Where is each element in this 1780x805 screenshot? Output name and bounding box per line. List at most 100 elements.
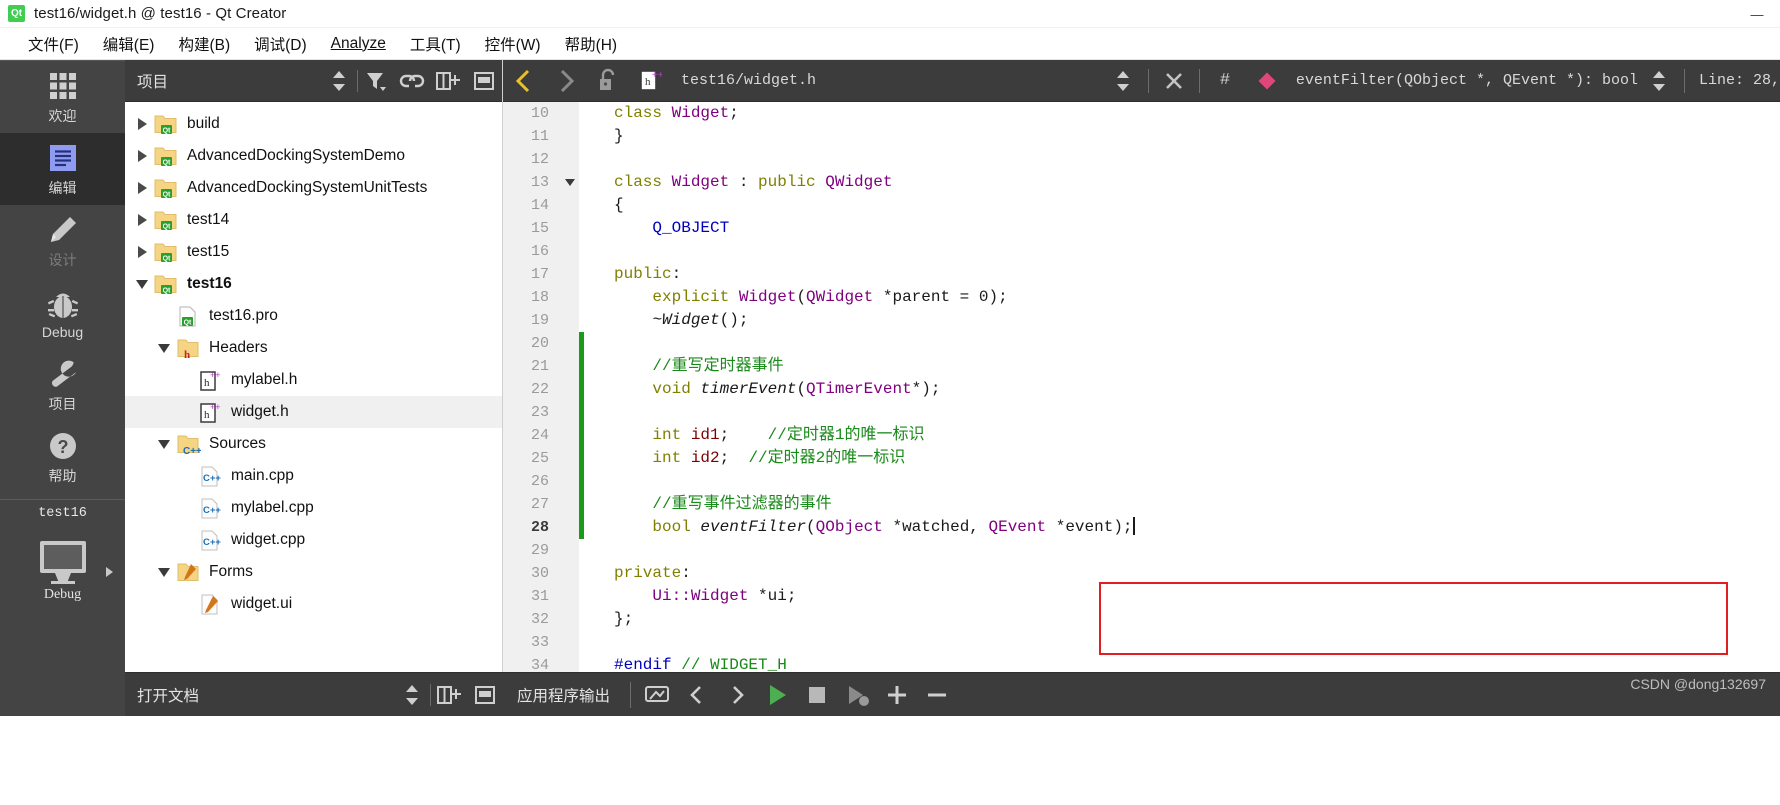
mode-debug[interactable]: Debug xyxy=(0,277,125,349)
code-line[interactable]: 17 public: xyxy=(503,263,1780,286)
editor-file-path[interactable]: test16/widget.h xyxy=(671,72,816,89)
mode-design[interactable]: 设计 xyxy=(0,205,125,277)
fold-marker-icon[interactable] xyxy=(561,171,579,194)
mode-projects[interactable]: 项目 xyxy=(0,349,125,421)
menu-analyze[interactable]: Analyze xyxy=(319,32,398,56)
chevron-right-icon[interactable] xyxy=(131,246,153,258)
symbol-sync-updown-icon[interactable] xyxy=(1638,60,1680,102)
code-token: //重写定时器事件 xyxy=(652,357,784,375)
chevron-right-icon[interactable] xyxy=(131,150,153,162)
run-debug-icon[interactable] xyxy=(837,673,877,717)
code-line[interactable]: 22 void timerEvent(QTimerEvent*); xyxy=(503,378,1780,401)
code-line[interactable]: 28 bool eventFilter(QObject *watched, QE… xyxy=(503,516,1780,539)
tree-item[interactable]: Qt AdvancedDockingSystemUnitTests xyxy=(125,172,502,204)
zoom-in-icon[interactable] xyxy=(877,673,917,717)
chevron-right-icon[interactable] xyxy=(131,118,153,130)
code-line[interactable]: 21 //重写定时器事件 xyxy=(503,355,1780,378)
tree-item[interactable]: h ++ mylabel.h xyxy=(125,364,502,396)
code-line[interactable]: 15 Q_OBJECT xyxy=(503,217,1780,240)
tree-item[interactable]: widget.ui xyxy=(125,588,502,620)
menu-edit[interactable]: 编辑(E) xyxy=(91,30,167,58)
code-line[interactable]: 26 xyxy=(503,470,1780,493)
code-line[interactable]: 14 { xyxy=(503,194,1780,217)
stop-icon[interactable] xyxy=(797,673,837,717)
fold-column xyxy=(561,217,579,240)
code-line[interactable]: 30 private: xyxy=(503,562,1780,585)
code-line[interactable]: 19 ~Widget(); xyxy=(503,309,1780,332)
kit-selector[interactable]: Debug xyxy=(0,521,125,621)
mode-help[interactable]: ? 帮助 xyxy=(0,421,125,493)
code-line[interactable]: 18 explicit Widget(QWidget *parent = 0); xyxy=(503,286,1780,309)
tree-item[interactable]: Qt test16 xyxy=(125,268,502,300)
menu-tools[interactable]: 工具(T) xyxy=(398,30,473,58)
code-line[interactable]: 25 int id2; //定时器2的唯一标识 xyxy=(503,447,1780,470)
filter-icon[interactable] xyxy=(358,60,394,102)
code-line[interactable]: 24 int id1; //定时器1的唯一标识 xyxy=(503,424,1780,447)
menu-debug[interactable]: 调试(D) xyxy=(242,30,319,58)
code-line[interactable]: 20 xyxy=(503,332,1780,355)
menu-file[interactable]: 文件(F) xyxy=(16,30,91,58)
output-settings-icon[interactable] xyxy=(637,673,677,717)
mode-welcome[interactable]: 欢迎 xyxy=(0,61,125,133)
application-output-label[interactable]: 应用程序输出 xyxy=(503,684,624,706)
split-add-icon[interactable] xyxy=(430,60,466,102)
code-line[interactable]: 31 Ui::Widget *ui; xyxy=(503,585,1780,608)
chevron-down-icon[interactable] xyxy=(153,567,175,577)
code-area[interactable]: 10 class Widget; 11} 12 13 class Widget : pub… xyxy=(503,102,1780,672)
symbol-selector[interactable]: eventFilter(QObject *, QEvent *): bool xyxy=(1288,72,1638,89)
chevron-down-icon[interactable] xyxy=(153,439,175,449)
code-line[interactable]: 34 #endif // WIDGET_H xyxy=(503,654,1780,672)
navigate-forward-button[interactable] xyxy=(545,60,587,102)
mode-edit[interactable]: 编辑 xyxy=(0,133,125,205)
opendocs-collapse-icon[interactable] xyxy=(467,674,503,716)
minimize-button[interactable]: — xyxy=(1734,0,1780,28)
code-line[interactable]: 13 class Widget : public QWidget xyxy=(503,171,1780,194)
navigate-back-button[interactable] xyxy=(503,60,545,102)
tree-item[interactable]: C++ Sources xyxy=(125,428,502,460)
code-line[interactable]: 29 xyxy=(503,539,1780,562)
tree-item[interactable]: Forms xyxy=(125,556,502,588)
link-icon[interactable] xyxy=(394,60,430,102)
prev-item-icon[interactable] xyxy=(677,673,717,717)
next-item-icon[interactable] xyxy=(717,673,757,717)
line-indicator[interactable]: Line: 28, xyxy=(1689,72,1780,89)
sync-updown-icon[interactable] xyxy=(321,60,357,102)
tree-item[interactable]: Qt test15 xyxy=(125,236,502,268)
tree-item[interactable]: C++ main.cpp xyxy=(125,460,502,492)
code-line[interactable]: 16 xyxy=(503,240,1780,263)
code-line[interactable]: 12 xyxy=(503,148,1780,171)
close-editor-button[interactable] xyxy=(1153,60,1195,102)
opendocs-split-add-icon[interactable] xyxy=(431,674,467,716)
tree-item[interactable]: h ++ widget.h xyxy=(125,396,502,428)
menu-build[interactable]: 构建(B) xyxy=(166,30,242,58)
code-editor[interactable]: 10 class Widget; 11} 12 13 class Widget : pub… xyxy=(503,102,1780,672)
code-line[interactable]: 10 class Widget; xyxy=(503,102,1780,125)
code-line[interactable]: 23 xyxy=(503,401,1780,424)
tree-item[interactable]: Qt test14 xyxy=(125,204,502,236)
tree-item[interactable]: C++ mylabel.cpp xyxy=(125,492,502,524)
menu-widgets[interactable]: 控件(W) xyxy=(473,30,553,58)
tree-item[interactable]: C++ widget.cpp xyxy=(125,524,502,556)
menu-help[interactable]: 帮助(H) xyxy=(553,30,630,58)
code-line[interactable]: 33 xyxy=(503,631,1780,654)
run-icon[interactable] xyxy=(757,673,797,717)
tree-item[interactable]: Qt test16.pro xyxy=(125,300,502,332)
zoom-out-icon[interactable] xyxy=(917,673,957,717)
opendocs-sync-updown-icon[interactable] xyxy=(394,674,430,716)
chevron-down-icon[interactable] xyxy=(153,343,175,353)
code-line[interactable]: 11} xyxy=(503,125,1780,148)
editor-sync-updown-icon[interactable] xyxy=(1102,60,1144,102)
collapse-icon[interactable] xyxy=(466,60,502,102)
chevron-right-icon[interactable] xyxy=(131,182,153,194)
code-line[interactable]: 32}; xyxy=(503,608,1780,631)
project-tree[interactable]: Qt build Qt AdvancedDockingSystemDemo Qt Adva… xyxy=(125,102,502,672)
tree-item[interactable]: Qt build xyxy=(125,108,502,140)
tree-item[interactable]: Qt AdvancedDockingSystemDemo xyxy=(125,140,502,172)
tree-item[interactable]: h Headers xyxy=(125,332,502,364)
code-line[interactable]: 27 //重写事件过滤器的事件 xyxy=(503,493,1780,516)
chevron-down-icon[interactable] xyxy=(131,279,153,289)
include-hierarchy-icon[interactable]: # xyxy=(1204,60,1246,102)
chevron-right-icon[interactable] xyxy=(131,214,153,226)
unlock-icon[interactable] xyxy=(587,60,629,102)
